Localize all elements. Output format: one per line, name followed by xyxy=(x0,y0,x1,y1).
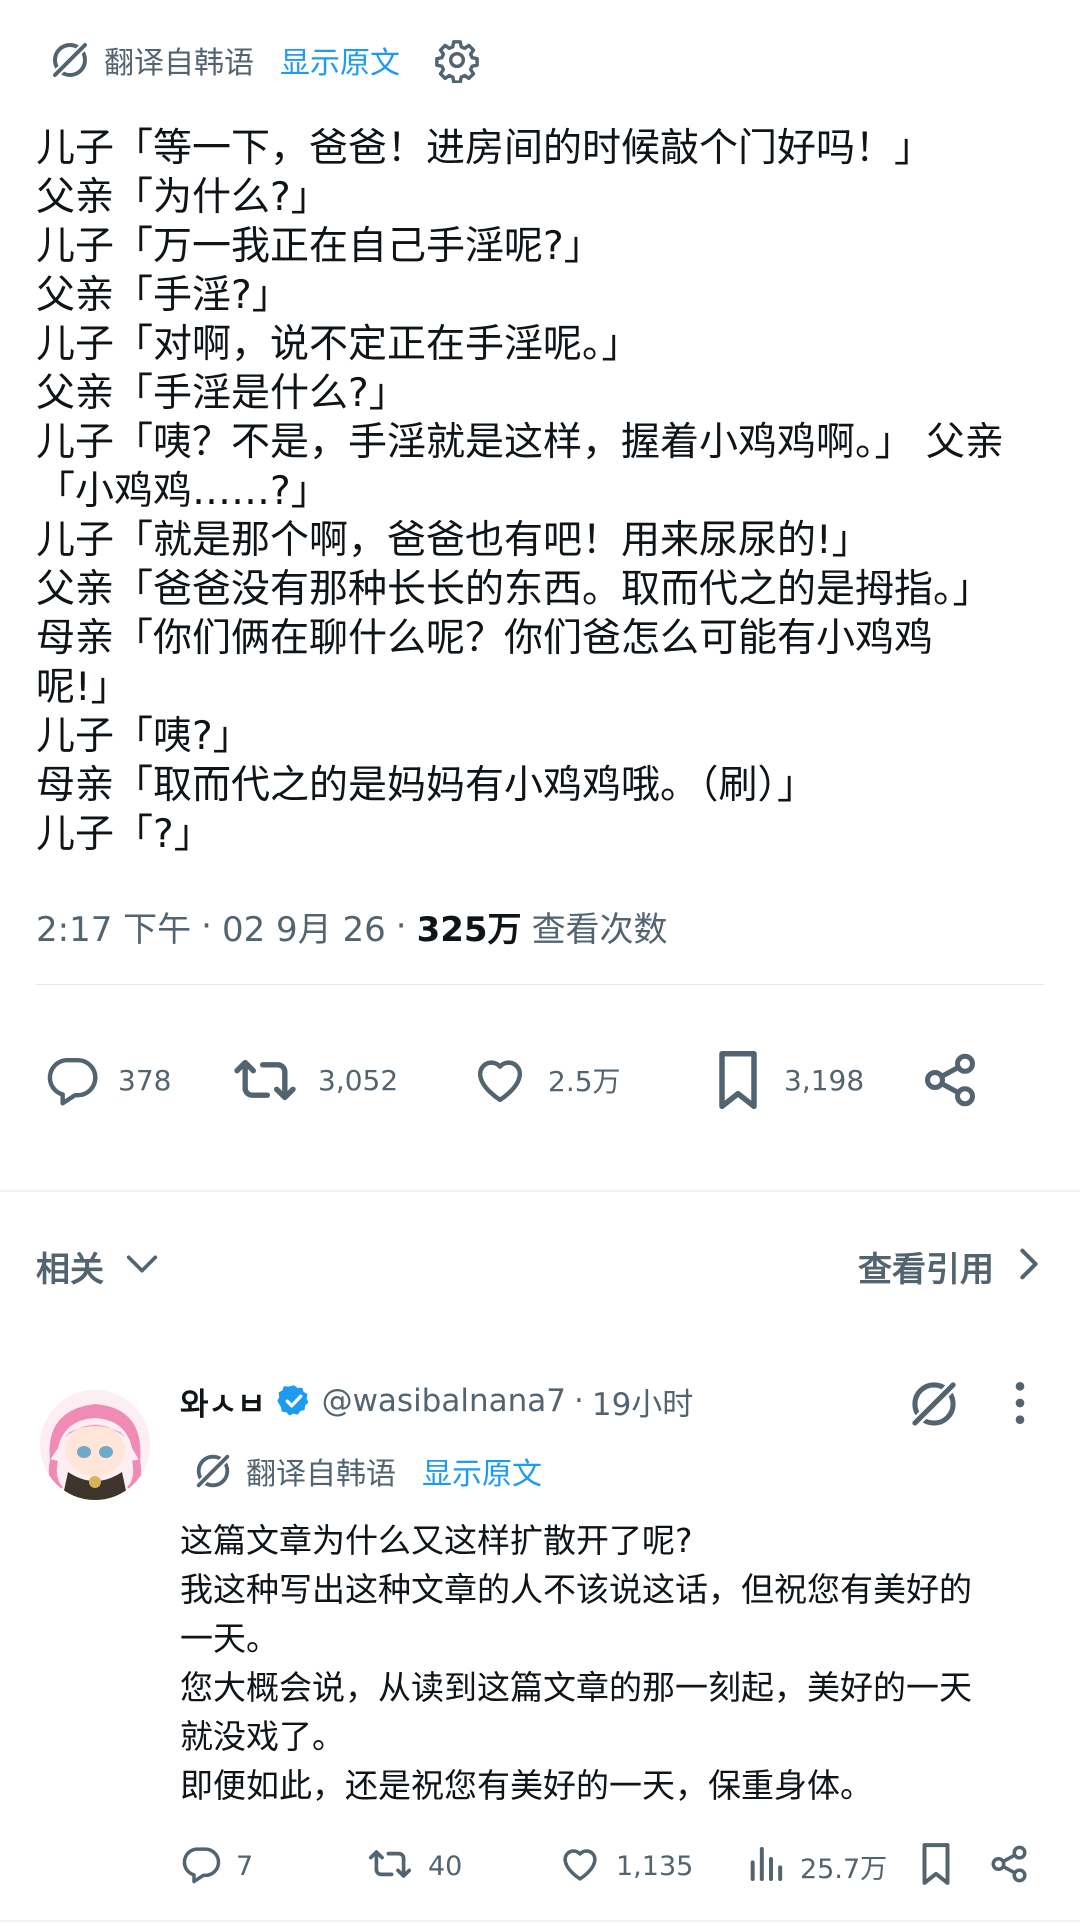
tweet-date[interactable]: 02 9月 26 xyxy=(222,902,386,951)
retweet-button[interactable]: 3,052 xyxy=(230,1040,470,1120)
tweet-line: 儿子「咦?」 xyxy=(36,714,252,759)
section-divider xyxy=(0,1190,1080,1192)
tweet-line: 儿子「?」 xyxy=(36,812,213,857)
reply-translation-bar: 翻译自韩语 显示原文 xyxy=(192,1446,542,1496)
more-icon[interactable] xyxy=(1006,1378,1034,1428)
author-name[interactable]: 와ㅅㅂ xyxy=(180,1379,266,1424)
tweet-line: 儿子「咦？不是，手淫就是这样，握着小鸡鸡啊。」 父亲 xyxy=(36,420,1004,465)
related-dropdown[interactable]: 相关 xyxy=(36,1236,162,1296)
like-count: 1,135 xyxy=(616,1850,694,1882)
reply-like-button[interactable]: 1,135 xyxy=(558,1840,746,1892)
reply-reply-button[interactable]: 7 xyxy=(180,1840,366,1892)
grok-translate-icon xyxy=(192,1450,234,1492)
tweet-line: 儿子「万一我正在自己手淫呢?」 xyxy=(36,224,603,269)
share-button[interactable] xyxy=(920,1040,1000,1120)
reply-line: 这篇文章为什么又这样扩散开了呢? xyxy=(180,1521,693,1560)
tweet-line: 儿子「等一下，爸爸！进房间的时候敲个门好吗！」 xyxy=(36,126,934,171)
like-icon xyxy=(470,1052,530,1108)
tweet-line: 母亲「取而代之的是妈妈有小鸡鸡哦。（刷）」 xyxy=(36,763,817,808)
reply-time[interactable]: 19小时 xyxy=(592,1379,693,1424)
bookmark-button[interactable]: 3,198 xyxy=(710,1040,920,1120)
avatar[interactable] xyxy=(40,1390,150,1500)
tweet-line: 父亲「手淫是什么?」 xyxy=(36,371,408,416)
meta-separator: · xyxy=(395,906,407,946)
divider xyxy=(36,984,1044,985)
reply-line: 您大概会说，从读到这篇文章的那一刻起，美好的一天 xyxy=(180,1668,972,1707)
reply-bookmark-button[interactable] xyxy=(916,1840,988,1892)
views-count: 325万 xyxy=(416,909,522,950)
reply-line: 即便如此，还是祝您有美好的一天，保重身体。 xyxy=(180,1766,873,1805)
bookmark-icon xyxy=(916,1841,956,1891)
reply-button[interactable]: 378 xyxy=(44,1040,230,1120)
retweet-icon xyxy=(366,1844,414,1888)
chevron-right-icon xyxy=(1014,1244,1044,1288)
retweet-count: 3,052 xyxy=(318,1063,399,1097)
views-count: 25.7万 xyxy=(800,1853,888,1885)
reply-header: 와ㅅㅂ @wasibalnana7 · 19小时 xyxy=(180,1376,693,1426)
translated-from-label: 翻译自韩语 xyxy=(246,1457,396,1492)
verified-badge-icon xyxy=(276,1383,312,1419)
header-separator: · xyxy=(573,1383,584,1419)
tweet-line: 呢!」 xyxy=(36,665,130,710)
bookmark-count: 3,198 xyxy=(784,1063,865,1097)
gear-icon[interactable] xyxy=(434,37,480,84)
translated-from-label: 翻译自韩语 xyxy=(104,46,254,81)
divider xyxy=(0,1920,1080,1922)
reply-line: 我这种写出这种文章的人不该说这话，但祝您有美好的 xyxy=(180,1570,972,1609)
author-handle[interactable]: @wasibalnana7 xyxy=(322,1383,566,1419)
retweet-icon xyxy=(230,1052,300,1108)
tweet-line: 母亲「你们俩在聊什么呢？你们爸怎么可能有小鸡鸡 xyxy=(36,616,934,661)
reply-line: 一天。 xyxy=(180,1619,279,1658)
chevron-down-icon xyxy=(122,1244,162,1288)
views-icon xyxy=(746,1844,786,1888)
tweet-action-bar: 378 3,052 2.5万 3,198 xyxy=(44,1040,1040,1120)
like-icon xyxy=(558,1843,602,1889)
tweet-text: 儿子「等一下，爸爸！进房间的时候敲个门好吗！」 父亲「为什么?」 儿子「万一我正… xyxy=(36,124,1046,859)
views-label: 查看次数 xyxy=(531,909,668,950)
retweet-count: 40 xyxy=(428,1850,463,1882)
tweet-line: 父亲「手淫?」 xyxy=(36,273,291,318)
share-icon xyxy=(920,1050,980,1110)
tweet-detail-page: 翻译自韩语 显示原文 儿子「等一下，爸爸！进房间的时候敲个门好吗！」 父亲「为什… xyxy=(0,0,1080,1926)
tweet-line: 父亲「为什么?」 xyxy=(36,175,330,220)
view-quotes-link[interactable]: 查看引用 xyxy=(858,1236,1044,1296)
tweet-line: 儿子「就是那个啊，爸爸也有吧！用来尿尿的!」 xyxy=(36,518,871,563)
reply-retweet-button[interactable]: 40 xyxy=(366,1840,558,1892)
reply-icon xyxy=(44,1052,100,1108)
related-label: 相关 xyxy=(36,1249,104,1290)
tweet-line: 儿子「对啊，说不定正在手淫呢。」 xyxy=(36,322,641,367)
grok-icon[interactable] xyxy=(906,1376,962,1432)
reply-action-bar: 7 40 1,135 25.7万 xyxy=(180,1840,1042,1892)
reply-count: 378 xyxy=(118,1063,172,1097)
bookmark-icon xyxy=(710,1048,766,1112)
reply-line: 就没戏了。 xyxy=(180,1717,345,1756)
reply-share-button[interactable] xyxy=(988,1840,1042,1892)
view-quotes-label: 查看引用 xyxy=(858,1249,994,1290)
meta-separator: · xyxy=(201,906,212,946)
reply-icon xyxy=(180,1843,222,1889)
translation-bar: 翻译自韩语 显示原文 xyxy=(48,36,480,84)
reply-views-button[interactable]: 25.7万 xyxy=(746,1840,916,1892)
tweet-time[interactable]: 2:17 下午 xyxy=(36,902,191,951)
tweet-line: 父亲「爸爸没有那种长长的东西。取而代之的是拇指。」 xyxy=(36,567,992,612)
show-original-link[interactable]: 显示原文 xyxy=(280,38,400,82)
like-count: 2.5万 xyxy=(548,1065,621,1098)
reply-count: 7 xyxy=(236,1850,254,1882)
show-original-link[interactable]: 显示原文 xyxy=(422,1449,542,1493)
reply-text: 这篇文章为什么又这样扩散开了呢? 我这种写出这种文章的人不该说这话，但祝您有美好… xyxy=(180,1516,1050,1810)
like-button[interactable]: 2.5万 xyxy=(470,1040,710,1120)
tweet-meta: 2:17 下午 · 02 9月 26 · 325万 查看次数 xyxy=(36,898,668,954)
tweet-line: 「小鸡鸡……?」 xyxy=(36,469,330,514)
share-icon xyxy=(988,1843,1030,1889)
grok-translate-icon xyxy=(48,38,92,82)
